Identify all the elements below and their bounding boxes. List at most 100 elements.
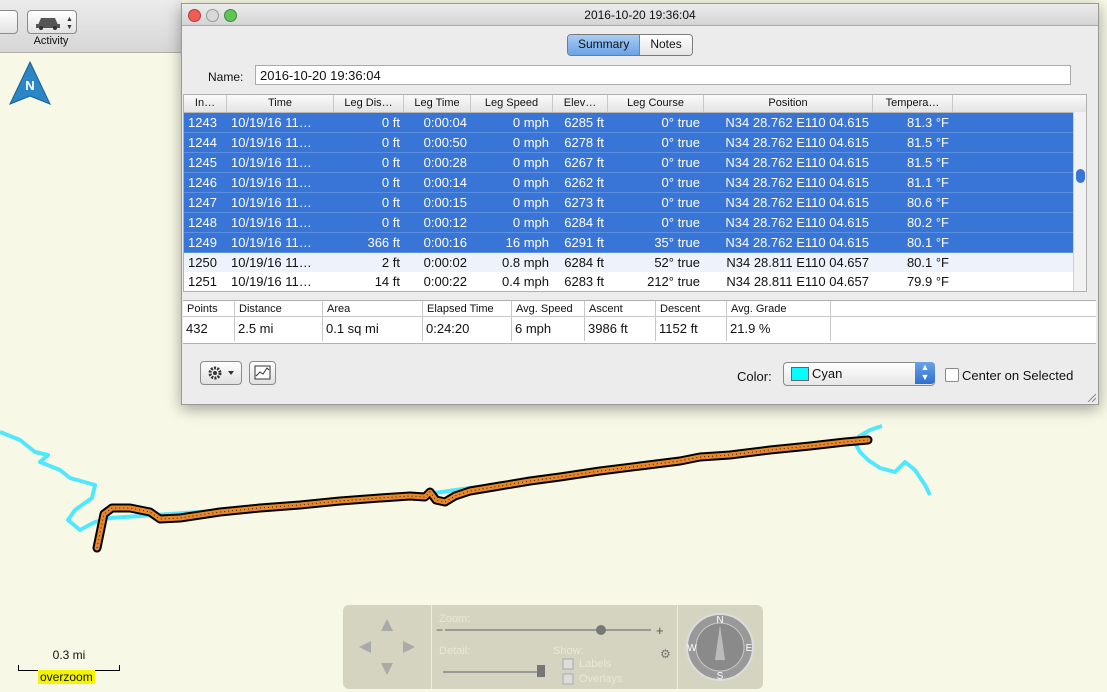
cell-leg-course: 0° true (661, 155, 700, 170)
north-arrow-icon: N (8, 60, 52, 111)
activity-popup-button[interactable]: ▲ ▼ (27, 10, 77, 34)
table-row[interactable]: 1250 10/19/16 11… 2 ft 0:00:02 0.8 mph 6284 f… (184, 253, 1086, 272)
col-header-leg-distance[interactable]: Leg Dis… (334, 95, 404, 112)
cell-leg-time: 0:00:16 (423, 235, 467, 250)
color-value: Cyan (812, 366, 843, 381)
cell-elevation: 6273 ft (564, 195, 604, 210)
stat-header-descent: Descent (656, 301, 727, 317)
summary-stats: Points Distance Area Elapsed Time Avg. S… (183, 300, 1096, 344)
table-row[interactable]: 1248 10/19/16 11… 0 ft 0:00:12 0 mph 6284 ft 0… (184, 213, 1086, 233)
cell-leg-course: 0° true (661, 135, 700, 150)
gear-icon (208, 366, 234, 380)
col-header-leg-speed[interactable]: Leg Speed (471, 95, 553, 112)
resize-grip-icon[interactable] (1086, 392, 1096, 402)
cell-elevation: 6284 ft (564, 215, 604, 230)
scrollbar-thumb[interactable] (1076, 169, 1085, 183)
svg-text:⚙: ⚙ (660, 647, 671, 661)
graph-button[interactable] (249, 361, 276, 385)
cell-temperature: 80.1 °F (906, 255, 949, 270)
cell-elevation: 6284 ft (564, 255, 604, 270)
table-row[interactable]: 1244 10/19/16 11… 0 ft 0:00:50 0 mph 6278 ft 0… (184, 133, 1086, 153)
cell-leg-course: 35° true (654, 235, 700, 250)
cell-index: 1244 (188, 135, 217, 150)
cell-leg-speed: 0.5 mph (471, 291, 553, 292)
tab-summary[interactable]: Summary (568, 35, 641, 55)
cell-position: N34 28.811 E110 04.657 (726, 255, 869, 270)
table-row[interactable]: 1245 10/19/16 11… 0 ft 0:00:28 0 mph 6267 ft 0… (184, 153, 1086, 173)
center-on-selected-checkbox[interactable] (945, 368, 959, 382)
cell-index: 1247 (188, 195, 217, 210)
cell-leg-time: 0:00:14 (423, 175, 467, 190)
cell-time: 10/19/16 11… (231, 195, 312, 210)
cell-temperature: 79.9 °F (906, 274, 949, 289)
cell-index: 1251 (188, 274, 217, 289)
color-swatch (791, 367, 809, 381)
table-scrollbar[interactable] (1073, 112, 1086, 291)
cell-index: 1252 (184, 291, 227, 292)
cell-leg-course: 212° true (647, 274, 700, 289)
car-icon: ▲▼ (36, 16, 73, 31)
stat-descent: 1152 ft (656, 317, 727, 341)
pan-down-icon (381, 663, 393, 675)
cell-leg-time: 0:00:15 (423, 195, 467, 210)
stat-avg-grade: 21.9 % (727, 317, 831, 341)
toolbar-partial-button[interactable] (0, 10, 18, 34)
col-header-temperature[interactable]: Tempera… (873, 95, 953, 112)
col-header-index[interactable]: In… (184, 95, 227, 112)
table-header: In… Time Leg Dis… Leg Time Leg Speed Ele… (184, 95, 1086, 113)
cell-elevation: 6283 ft (553, 291, 608, 292)
zoom-detail-controls: Zoom: Detail: Show: Labels Overlays − + ⚙ (431, 605, 678, 689)
cell-leg-time: 0:00:18 (404, 291, 471, 292)
color-popup[interactable]: Cyan ▲ ▼ (783, 362, 935, 386)
cell-index: 1245 (188, 155, 217, 170)
map-scale: 0.3 mi (18, 648, 120, 671)
table-row[interactable]: 1251 10/19/16 11… 14 ft 0:00:22 0.4 mph 6283 … (184, 272, 1086, 291)
cell-time: 10/19/16 11… (231, 255, 312, 270)
cell-position: N34 28.809 E110 04.656 (704, 291, 873, 292)
table-row[interactable]: 125210/19/16 11…13 ft0:00:180.5 mph6283 … (184, 291, 1086, 292)
cell-position: N34 28.762 E110 04.615 (725, 195, 869, 210)
stat-area: 0.1 sq mi (323, 317, 423, 341)
tab-notes[interactable]: Notes (640, 35, 692, 55)
col-header-leg-course[interactable]: Leg Course (608, 95, 704, 112)
svg-text:N: N (716, 615, 723, 626)
map-navigation-panel: Zoom: Detail: Show: Labels Overlays − + ⚙… (343, 605, 763, 689)
stat-header-avg-grade: Avg. Grade (727, 301, 831, 317)
cell-position: N34 28.762 E110 04.615 (725, 215, 869, 230)
col-header-position[interactable]: Position (704, 95, 873, 112)
col-header-time[interactable]: Time (227, 95, 334, 112)
table-row[interactable]: 1247 10/19/16 11… 0 ft 0:00:15 0 mph 6273 ft 0… (184, 193, 1086, 213)
scale-label: 0.3 mi (52, 648, 86, 662)
cell-leg-speed: 0.4 mph (502, 274, 549, 289)
stat-header-area: Area (323, 301, 423, 317)
action-menu-button[interactable] (200, 361, 242, 385)
col-header-leg-time[interactable]: Leg Time (404, 95, 471, 112)
center-on-selected-label[interactable]: Center on Selected (962, 368, 1073, 383)
cell-time: 10/19/16 11… (231, 155, 312, 170)
cell-temperature: 81.1 °F (906, 175, 949, 190)
cell-leg-speed: 0 mph (512, 155, 549, 170)
cell-elevation: 6291 ft (564, 235, 604, 250)
compass-control[interactable]: N S E W (677, 605, 763, 689)
cell-leg-time: 0:00:28 (423, 155, 467, 170)
table-row[interactable]: 1246 10/19/16 11… 0 ft 0:00:14 0 mph 6262 ft 0… (184, 173, 1086, 193)
cell-time: 10/19/16 11… (231, 175, 312, 190)
stat-points: 432 (183, 317, 235, 341)
table-row[interactable]: 1249 10/19/16 11… 366 ft 0:00:16 16 mph 6291 … (184, 233, 1086, 253)
detail-slider-thumb (537, 665, 545, 677)
compass-rose-icon: N S E W (686, 613, 754, 682)
svg-text:▼: ▼ (66, 24, 73, 31)
track-info-window: 2016-10-20 19:36:04 Summary Notes Name: … (181, 3, 1099, 405)
cell-elevation: 6285 ft (564, 115, 604, 130)
window-titlebar[interactable]: 2016-10-20 19:36:04 (182, 4, 1098, 26)
window-bottom-bar: Color: Cyan ▲ ▼ Center on Selected (182, 350, 1098, 404)
trackpoints-table[interactable]: In… Time Leg Dis… Leg Time Leg Speed Ele… (183, 94, 1087, 292)
col-header-elevation[interactable]: Elev… (553, 95, 608, 112)
name-field[interactable]: 2016-10-20 19:36:04 (255, 65, 1071, 85)
cell-leg-time: 0:00:04 (423, 115, 467, 130)
cell-temperature: 80.2 °F (906, 215, 949, 230)
cell-leg-time: 0:00:22 (423, 274, 467, 289)
table-row[interactable]: 1243 10/19/16 11… 0 ft 0:00:04 0 mph 6285 ft 0… (184, 113, 1086, 133)
cell-time: 10/19/16 11… (231, 115, 312, 130)
overzoom-badge: overzoom (38, 670, 95, 684)
